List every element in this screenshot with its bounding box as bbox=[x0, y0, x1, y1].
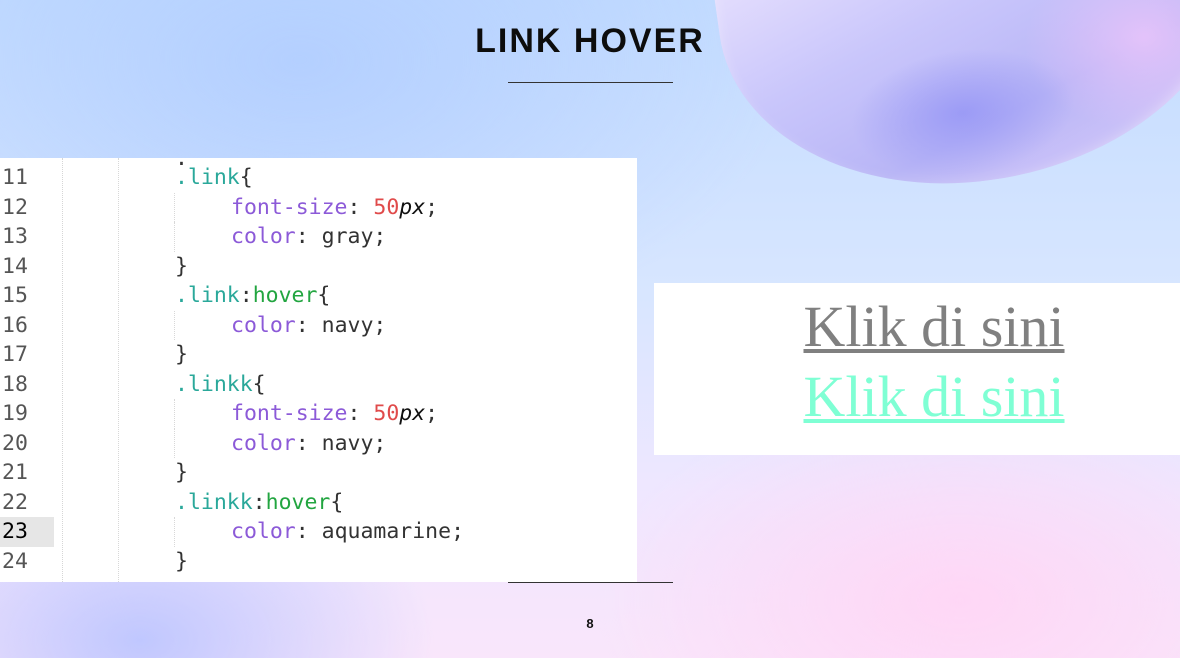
code-text: color: navy; bbox=[231, 430, 387, 456]
browser-preview: Klik di sini Klik di sini bbox=[654, 283, 1180, 455]
code-text: .linkk{ bbox=[175, 371, 266, 397]
code-line: 13 color: gray; bbox=[0, 222, 637, 252]
title-underline bbox=[508, 82, 673, 83]
code-text: } bbox=[175, 460, 188, 485]
code-line: 23 color: aquamarine; bbox=[0, 517, 637, 547]
line-number: 17 bbox=[2, 342, 28, 367]
line-number: 15 bbox=[2, 283, 28, 308]
bottom-rule bbox=[508, 582, 673, 583]
indent-guide bbox=[174, 399, 175, 429]
code-line: 20 color: navy; bbox=[0, 428, 637, 458]
code-line: 17} bbox=[0, 340, 637, 370]
line-number: 13 bbox=[2, 224, 28, 249]
code-text: .link{ bbox=[175, 165, 253, 190]
line-number: 18 bbox=[2, 371, 28, 397]
code-text: } bbox=[175, 342, 188, 367]
code-line: 19 font-size: 50px; bbox=[0, 399, 637, 429]
line-number: 24 bbox=[2, 548, 28, 574]
line-number: 12 bbox=[2, 194, 28, 220]
code-line: 12 font-size: 50px; bbox=[0, 192, 637, 222]
code-line: 16 color: navy; bbox=[0, 310, 637, 340]
indent-guide bbox=[174, 192, 175, 222]
code-text: } bbox=[175, 253, 188, 279]
code-text: font-size: 50px; bbox=[231, 401, 439, 426]
code-line: 21} bbox=[0, 458, 637, 488]
code-text: color: aquamarine; bbox=[231, 519, 465, 544]
code-line: 11 .link{ bbox=[0, 163, 637, 193]
indent-guide bbox=[174, 428, 175, 458]
indent-guide bbox=[174, 222, 175, 252]
code-text: } bbox=[175, 548, 188, 574]
line-number: 14 bbox=[2, 253, 28, 279]
code-text: font-size: 50px; bbox=[231, 194, 439, 220]
indent-guide bbox=[174, 517, 175, 547]
code-editor-screenshot: . 11 .link{12 font-size: 50px; 13 color: gra… bbox=[0, 158, 637, 582]
slide-title: LINK HOVER bbox=[475, 22, 705, 60]
line-number: 20 bbox=[2, 430, 28, 456]
line-number: 11 bbox=[2, 165, 28, 190]
code-line: 24} bbox=[0, 547, 637, 577]
link-aquamarine-hover[interactable]: Klik di sini bbox=[654, 363, 1180, 430]
code-line: 15 .link:hover{ bbox=[0, 281, 637, 311]
code-line: 14} bbox=[0, 252, 637, 282]
line-number: 16 bbox=[2, 312, 28, 338]
code-line: 18 .linkk{ bbox=[0, 370, 637, 400]
code-line: 22 .linkk:hover{ bbox=[0, 488, 637, 518]
indent-guide bbox=[174, 310, 175, 340]
line-number: 22 bbox=[2, 489, 28, 515]
code-text: .linkk:hover{ bbox=[175, 489, 344, 515]
line-number: 19 bbox=[2, 401, 28, 426]
code-text: color: gray; bbox=[231, 224, 387, 249]
line-number: 23 bbox=[0, 517, 54, 547]
line-number: 21 bbox=[2, 460, 28, 485]
link-gray[interactable]: Klik di sini bbox=[654, 293, 1180, 360]
code-text: .link:hover{ bbox=[175, 283, 331, 308]
page-number: 8 bbox=[586, 616, 594, 631]
code-text: color: navy; bbox=[231, 312, 387, 338]
